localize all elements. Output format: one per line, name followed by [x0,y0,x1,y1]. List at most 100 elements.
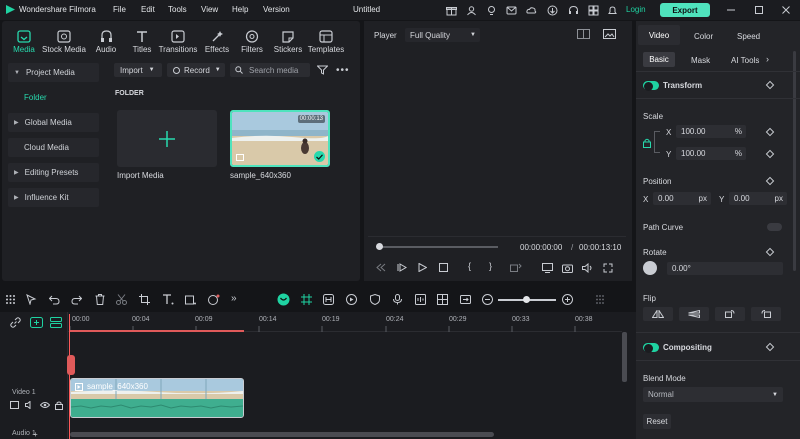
keyframe-diamond-icon[interactable] [765,127,775,137]
lightbulb-icon[interactable] [484,3,498,17]
split-screen-icon[interactable] [459,293,472,306]
mark-in-icon[interactable]: { [468,261,471,271]
ai-mark-icon[interactable] [277,293,290,306]
import-dropdown[interactable]: Import ▼ [114,63,162,77]
sidebar-item-folder[interactable]: Folder [8,88,99,107]
chevron-right-icon[interactable]: › [766,54,769,64]
notification-icon[interactable] [605,3,619,17]
add-audio-track-icon[interactable]: + [33,430,38,439]
reset-button[interactable]: Reset [643,414,671,429]
layout-grid-icon[interactable] [4,293,17,306]
position-x-input[interactable]: 0.00 px [653,192,711,205]
delete-icon[interactable] [93,293,106,306]
crop-icon[interactable] [138,293,151,306]
timeline-vertical-scrollbar[interactable] [622,332,627,382]
cloud-upload-icon[interactable] [524,3,538,17]
add-track-icon[interactable] [30,317,43,328]
quality-dropdown[interactable]: Full Quality ▼ [405,28,480,42]
sidebar-item-project-media[interactable]: ▼ Project Media [8,63,99,82]
lock-icon[interactable] [55,401,63,410]
snapping-icon[interactable] [322,293,335,306]
scale-x-input[interactable]: 100.00 % [676,125,746,138]
keyframe-diamond-icon[interactable] [765,176,775,186]
previous-frame-icon[interactable] [376,263,386,272]
rotate-right-button[interactable] [751,307,781,321]
rotate-input[interactable]: 0.00° [667,262,783,275]
scale-y-input[interactable]: 100.00 % [676,147,746,160]
volume-icon[interactable] [582,263,593,273]
grid-icon[interactable] [586,3,600,17]
play-icon[interactable] [418,263,427,272]
share-icon[interactable] [464,3,478,17]
subtab-mask[interactable]: Mask [691,56,710,65]
subtab-ai-tools[interactable]: AI Tools [731,56,759,65]
export-button[interactable]: Export [660,3,710,17]
rotate-left-button[interactable] [715,307,745,321]
gift-icon[interactable] [444,3,458,17]
record-dropdown[interactable]: Record ▼ [167,63,225,77]
compositing-toggle[interactable] [643,343,659,353]
auto-ripple-icon[interactable] [300,293,313,306]
track-icon[interactable] [10,401,19,409]
voiceover-icon[interactable] [414,293,427,306]
menu-version[interactable]: Version [263,5,290,14]
tab-transitions[interactable]: Transitions [156,21,200,55]
select-arrow-icon[interactable] [25,293,38,306]
timeline-horizontal-scrollbar[interactable] [70,432,494,437]
export-clip-icon[interactable] [510,263,522,272]
playback-scrubber[interactable] [378,246,498,248]
link-icon[interactable] [10,317,21,328]
tab-media[interactable]: Media [2,21,46,55]
sidebar-item-influence-kit[interactable]: ▶ Influence Kit [8,188,99,207]
menu-tools[interactable]: Tools [168,5,187,14]
stop-icon[interactable] [439,263,448,272]
rotate-dial[interactable] [643,261,657,275]
headset-icon[interactable] [566,3,580,17]
more-tools-icon[interactable]: » [231,293,244,306]
display-icon[interactable] [542,263,553,273]
menu-file[interactable]: File [113,5,126,14]
download-icon[interactable] [545,3,559,17]
tab-stock-media[interactable]: Stock Media [42,21,86,55]
undo-icon[interactable] [48,293,61,306]
subtab-basic[interactable]: Basic [643,52,675,67]
login-button[interactable]: Login [626,5,646,14]
menu-view[interactable]: View [201,5,218,14]
timeline-video-clip[interactable]: sample_640x360 [70,378,244,418]
message-icon[interactable] [504,3,518,17]
transform-toggle[interactable] [643,81,659,91]
zoom-out-icon[interactable] [481,293,494,306]
filter-icon[interactable] [316,64,328,76]
fullscreen-icon[interactable] [603,263,613,273]
playhead-marker[interactable] [67,355,75,375]
keyframe-diamond-icon[interactable] [765,149,775,159]
scrubber-handle[interactable] [376,243,383,250]
keyframe-diamond-icon[interactable] [765,247,775,257]
timeline-settings-icon[interactable] [594,293,607,306]
media-clip-thumbnail[interactable]: 00:00:13 [230,110,330,167]
play-range-icon[interactable] [345,293,358,306]
playhead-line[interactable] [69,314,70,439]
mark-out-icon[interactable]: } [489,261,492,271]
color-tool-icon[interactable] [207,293,220,306]
speaker-icon[interactable] [25,401,34,409]
shape-tool-icon[interactable] [184,293,197,306]
camera-icon[interactable] [562,263,573,273]
sidebar-item-global-media[interactable]: ▶ Global Media [8,113,99,132]
blend-mode-select[interactable]: Normal ▼ [643,387,783,402]
tab-video[interactable]: Video [638,25,680,45]
tab-color[interactable]: Color [694,32,713,41]
snapshot-icon[interactable] [603,29,616,39]
keyframe-diamond-icon[interactable] [765,80,775,90]
zoom-in-icon[interactable] [561,293,574,306]
close-icon[interactable] [779,3,793,17]
more-options-icon[interactable]: ••• [336,65,350,76]
keyframe-diamond-icon[interactable] [765,342,775,352]
flip-horizontal-button[interactable] [643,307,673,321]
minimize-icon[interactable] [724,3,738,17]
sidebar-item-cloud-media[interactable]: Cloud Media [8,138,99,157]
shield-icon[interactable] [368,293,381,306]
sidebar-item-editing-presets[interactable]: ▶ Editing Presets [8,163,99,182]
flip-vertical-button[interactable] [679,307,709,321]
menu-help[interactable]: Help [232,5,248,14]
